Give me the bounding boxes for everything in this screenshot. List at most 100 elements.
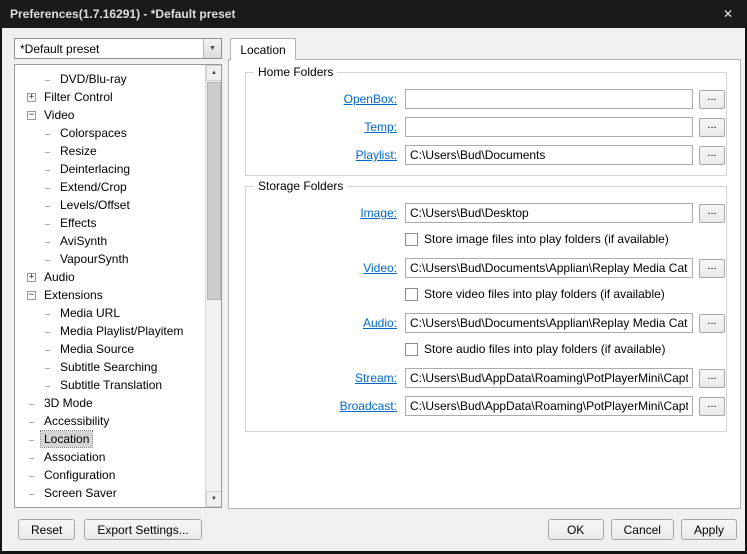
tree-expander-icon[interactable] <box>43 363 52 372</box>
folder-path-input[interactable] <box>405 203 693 223</box>
tree-item[interactable]: Media URL <box>15 304 205 322</box>
tree-item[interactable]: Configuration <box>15 466 205 484</box>
tree-expander-icon[interactable] <box>43 327 52 336</box>
tree-item[interactable]: Extend/Crop <box>15 178 205 196</box>
tree-item[interactable]: Media Source <box>15 340 205 358</box>
tree-item[interactable]: Levels/Offset <box>15 196 205 214</box>
tree-item[interactable]: Media Playlist/Playitem <box>15 322 205 340</box>
folder-path-input[interactable] <box>405 89 693 109</box>
folder-path-input[interactable] <box>405 368 693 388</box>
checkbox-icon[interactable] <box>405 232 418 246</box>
ok-button[interactable]: OK <box>547 519 604 540</box>
tree-expander-icon[interactable] <box>27 417 36 426</box>
chevron-down-icon[interactable]: ▼ <box>203 39 221 58</box>
folder-path-input[interactable] <box>405 117 693 137</box>
folder-path-input[interactable] <box>405 396 693 416</box>
tree-expander-icon[interactable] <box>27 435 36 444</box>
folder-label-link[interactable]: Image: <box>252 206 397 220</box>
folder-row: Audio: ... Store audio files into play f… <box>252 313 726 357</box>
scrollbar-thumb[interactable] <box>207 82 221 300</box>
tree-item-label: Extend/Crop <box>60 180 127 194</box>
store-checkbox-row[interactable]: Store video files into play folders (if … <box>405 286 726 302</box>
dialog-body: *Default preset ▼ DVD/Blu-ray + Filter C… <box>2 28 745 551</box>
folder-path-input[interactable] <box>405 313 693 333</box>
preset-dropdown[interactable]: *Default preset ▼ <box>14 38 222 59</box>
tree-expander-icon[interactable]: + <box>27 272 36 282</box>
tree-item-label: Association <box>44 450 106 464</box>
tree-expander-icon[interactable]: − <box>27 110 36 120</box>
folder-label-link[interactable]: OpenBox: <box>252 92 397 106</box>
store-checkbox-row[interactable]: Store image files into play folders (if … <box>405 231 726 247</box>
tree-expander-icon[interactable] <box>43 309 52 318</box>
checkbox-icon[interactable] <box>405 342 418 356</box>
tree-expander-icon[interactable] <box>27 471 36 480</box>
tree-expander-icon[interactable] <box>43 129 52 138</box>
tree-expander-icon[interactable] <box>43 255 52 264</box>
tree-item[interactable]: Accessibility <box>15 412 205 430</box>
tree-expander-icon[interactable] <box>43 75 52 84</box>
tree-item[interactable]: Association <box>15 448 205 466</box>
tree-item[interactable]: Resize <box>15 142 205 160</box>
preset-value: *Default preset <box>20 41 100 56</box>
tree-item[interactable]: AviSynth <box>15 232 205 250</box>
folder-label-link[interactable]: Audio: <box>252 316 397 330</box>
home-folders-title: Home Folders <box>254 65 338 79</box>
tree-expander-icon[interactable] <box>43 165 52 174</box>
tree-expander-icon[interactable] <box>27 453 36 462</box>
folder-path-input[interactable] <box>405 258 693 278</box>
tree-item[interactable]: VapourSynth <box>15 250 205 268</box>
folder-label-link[interactable]: Playlist: <box>252 148 397 162</box>
browse-button[interactable]: ... <box>699 313 725 333</box>
tree-expander-icon[interactable] <box>27 489 36 498</box>
browse-button[interactable]: ... <box>699 145 725 165</box>
browse-button[interactable]: ... <box>699 368 725 388</box>
tree-item[interactable]: Screen Saver <box>15 484 205 502</box>
tree-item[interactable]: Location <box>15 430 205 448</box>
tree-expander-icon[interactable] <box>43 381 52 390</box>
tree-expander-icon[interactable]: + <box>27 92 36 102</box>
tree-expander-icon[interactable] <box>43 345 52 354</box>
browse-button[interactable]: ... <box>699 89 725 109</box>
tree-item[interactable]: 3D Mode <box>15 394 205 412</box>
tree-item[interactable]: Effects <box>15 214 205 232</box>
tree-item[interactable]: − Video <box>15 106 205 124</box>
browse-button[interactable]: ... <box>699 258 725 278</box>
scroll-down-button[interactable]: ▼ <box>206 491 221 507</box>
tree-item[interactable]: + Filter Control <box>15 88 205 106</box>
cancel-button[interactable]: Cancel <box>610 519 674 540</box>
tree-item[interactable]: Subtitle Searching <box>15 358 205 376</box>
browse-button[interactable]: ... <box>699 396 725 416</box>
folder-label-link[interactable]: Stream: <box>252 371 397 385</box>
tree-item[interactable]: + Audio <box>15 268 205 286</box>
checkbox-icon[interactable] <box>405 287 418 301</box>
tree-expander-icon[interactable] <box>43 219 52 228</box>
browse-button[interactable]: ... <box>699 117 725 137</box>
browse-button[interactable]: ... <box>699 203 725 223</box>
tree-scrollbar[interactable]: ▲ ▼ <box>205 65 221 507</box>
apply-button[interactable]: Apply <box>680 519 737 540</box>
tree-expander-icon[interactable]: − <box>27 290 36 300</box>
folder-row: OpenBox: ... <box>252 89 726 109</box>
tree-item[interactable]: Deinterlacing <box>15 160 205 178</box>
folder-path-input[interactable] <box>405 145 693 165</box>
title-bar[interactable]: Preferences(1.7.16291) - *Default preset… <box>0 0 747 28</box>
tree-expander-icon[interactable] <box>43 183 52 192</box>
folder-label-link[interactable]: Broadcast: <box>252 399 397 413</box>
close-button[interactable]: ✕ <box>719 6 737 22</box>
export-settings-button[interactable]: Export Settings... <box>84 519 202 540</box>
scroll-up-button[interactable]: ▲ <box>206 65 221 81</box>
tree-expander-icon[interactable] <box>43 147 52 156</box>
tree-item[interactable]: Subtitle Translation <box>15 376 205 394</box>
tab-location[interactable]: Location <box>230 38 296 60</box>
tree-item[interactable]: − Extensions <box>15 286 205 304</box>
tree-expander-icon[interactable] <box>43 237 52 246</box>
reset-button[interactable]: Reset <box>18 519 76 540</box>
tree-expander-icon[interactable] <box>27 399 36 408</box>
tree-item-label: Extensions <box>44 288 103 302</box>
tree-item[interactable]: DVD/Blu-ray <box>15 70 205 88</box>
folder-label-link[interactable]: Video: <box>252 261 397 275</box>
store-checkbox-row[interactable]: Store audio files into play folders (if … <box>405 341 726 357</box>
folder-label-link[interactable]: Temp: <box>252 120 397 134</box>
tree-expander-icon[interactable] <box>43 201 52 210</box>
tree-item[interactable]: Colorspaces <box>15 124 205 142</box>
